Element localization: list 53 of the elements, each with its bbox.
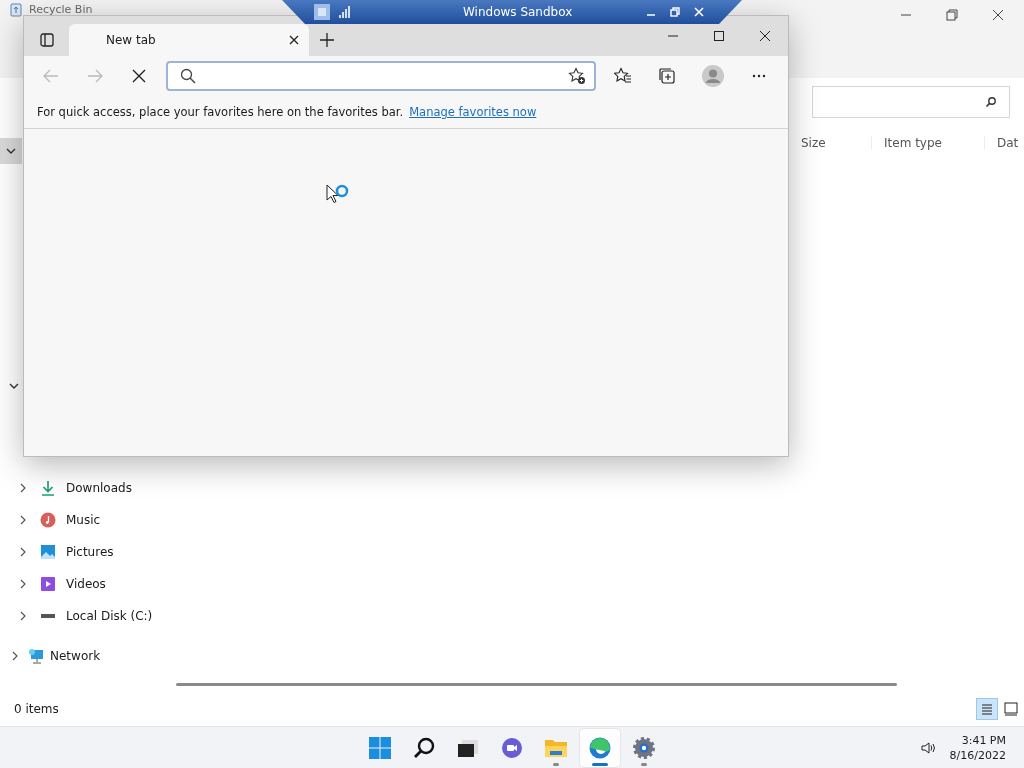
favorites-icon[interactable] bbox=[614, 67, 632, 85]
favorites-hint: For quick access, place your favorites here on the favorites bar. bbox=[37, 105, 404, 119]
close-button[interactable] bbox=[759, 30, 771, 42]
collections-icon[interactable] bbox=[658, 67, 676, 85]
browser-tab[interactable]: New tab bbox=[69, 24, 309, 56]
nav-item[interactable]: Downloads bbox=[66, 481, 132, 495]
nav-item[interactable]: Pictures bbox=[66, 545, 114, 559]
details-view-button[interactable] bbox=[976, 698, 998, 720]
search-icon bbox=[180, 68, 196, 84]
chat-icon bbox=[500, 735, 524, 760]
chevron-right-icon[interactable] bbox=[10, 651, 20, 661]
download-icon bbox=[40, 480, 56, 496]
settings-icon bbox=[632, 735, 656, 760]
search-field[interactable] bbox=[812, 86, 1010, 118]
add-favorite-icon[interactable] bbox=[568, 67, 586, 85]
video-icon bbox=[40, 576, 56, 592]
profile-icon[interactable] bbox=[702, 65, 724, 87]
stop-button[interactable] bbox=[130, 67, 148, 85]
new-tab-button[interactable] bbox=[319, 32, 335, 48]
chevron-right-icon[interactable] bbox=[18, 547, 28, 557]
nav-item[interactable]: Videos bbox=[66, 577, 106, 591]
column-header[interactable]: Item type bbox=[871, 136, 984, 150]
restore-button[interactable] bbox=[670, 7, 680, 17]
close-button[interactable] bbox=[992, 9, 1004, 21]
network-icon bbox=[28, 648, 44, 664]
browser-icon bbox=[588, 735, 612, 760]
chevron-right-icon[interactable] bbox=[18, 579, 28, 589]
column-header[interactable]: Dat bbox=[984, 136, 1019, 150]
manage-favorites-link[interactable]: Manage favorites now bbox=[409, 105, 537, 119]
windows-logo-icon bbox=[368, 735, 392, 760]
window-title: Recycle Bin bbox=[29, 2, 93, 16]
item-count: 0 items bbox=[14, 702, 59, 716]
sandbox-icon bbox=[313, 3, 331, 21]
close-icon[interactable] bbox=[289, 35, 299, 45]
music-icon bbox=[40, 512, 56, 528]
search-icon bbox=[412, 735, 436, 760]
tab-actions-icon[interactable] bbox=[39, 32, 55, 48]
chevron-right-icon[interactable] bbox=[18, 515, 28, 525]
nav-item[interactable]: Local Disk (C:) bbox=[66, 609, 153, 623]
recycle-bin-icon bbox=[8, 1, 24, 17]
volume-icon[interactable] bbox=[919, 739, 936, 756]
chevron-right-icon[interactable] bbox=[18, 483, 28, 493]
clock[interactable]: 3:41 PM 8/16/2022 bbox=[949, 732, 1006, 763]
signal-icon bbox=[339, 6, 351, 18]
maximize-button[interactable] bbox=[713, 30, 725, 42]
search-icon bbox=[985, 96, 997, 108]
window-title: Windows Sandbox bbox=[463, 5, 573, 19]
picture-icon bbox=[40, 544, 56, 560]
chevron-right-icon[interactable] bbox=[18, 611, 28, 621]
nav-item[interactable]: Network bbox=[50, 649, 101, 663]
horizontal-scrollbar[interactable] bbox=[176, 683, 897, 686]
nav-item[interactable]: Music bbox=[66, 513, 101, 527]
restore-button[interactable] bbox=[946, 9, 958, 21]
